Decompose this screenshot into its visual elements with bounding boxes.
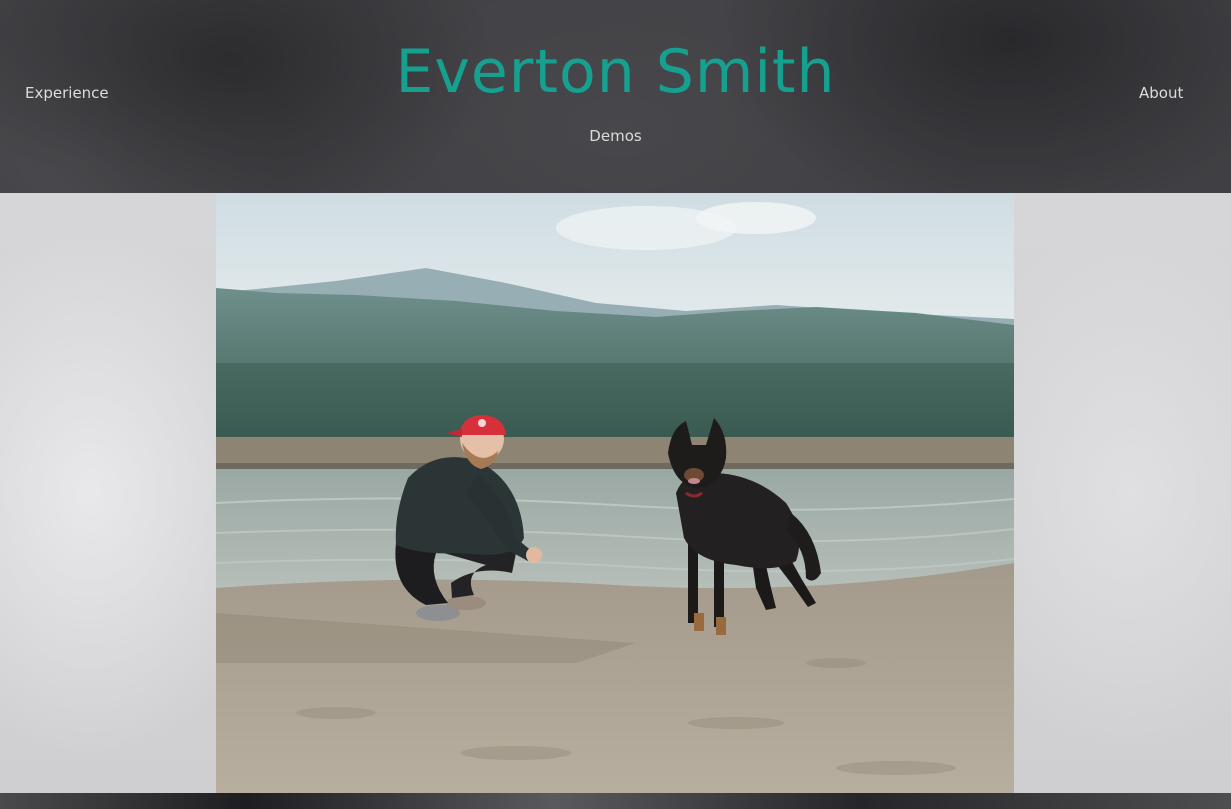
- nav-experience-link[interactable]: Experience: [25, 84, 109, 102]
- site-header: Everton Smith Experience About Demos: [0, 0, 1231, 193]
- site-title[interactable]: Everton Smith: [0, 34, 1231, 110]
- hero-photo: [216, 193, 1014, 793]
- footer-strip: [0, 793, 1231, 809]
- nav-demos-link[interactable]: Demos: [0, 127, 1231, 145]
- nav-about-link[interactable]: About: [1139, 84, 1183, 102]
